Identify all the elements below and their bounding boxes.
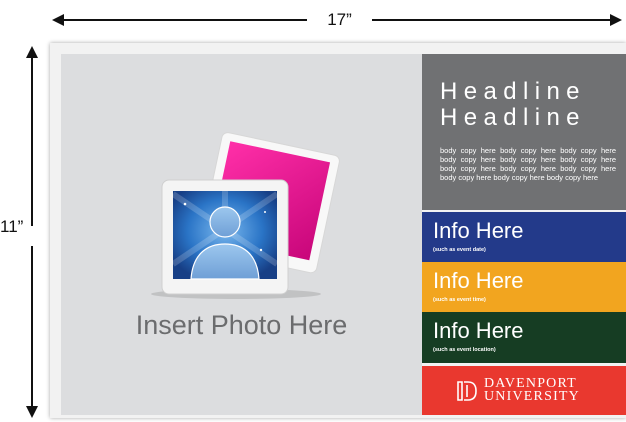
body-copy: body copy here body copy here body copy …	[440, 146, 616, 182]
arrow-down-icon	[26, 406, 38, 418]
photo-placeholder[interactable]: Insert Photo Here	[61, 54, 422, 415]
info-subtitle: (such as event location)	[433, 347, 496, 353]
info-subtitle: (such as event time)	[433, 297, 486, 303]
info-block-time[interactable]: Info Here (such as event time)	[422, 262, 626, 313]
info-subtitle: (such as event date)	[433, 247, 486, 253]
brand-footer: DAVENPORT UNIVERSITY	[422, 366, 626, 415]
info-title: Info Here	[433, 218, 524, 243]
height-label: 11”	[0, 217, 24, 236]
headline-line-1: Headline	[440, 78, 586, 105]
width-dimension: 17”	[52, 10, 622, 30]
info-block-location[interactable]: Info Here (such as event location)	[422, 312, 626, 363]
dimension-line	[31, 246, 33, 408]
headline-text: Headline Headline	[440, 79, 586, 131]
width-label: 17”	[327, 10, 352, 29]
dimension-line	[62, 19, 307, 21]
brand-name-line-2: UNIVERSITY	[484, 389, 580, 404]
info-title: Info Here	[433, 268, 524, 293]
headline-block[interactable]: Headline Headline body copy here body co…	[422, 54, 626, 210]
dimension-line	[372, 19, 612, 21]
photo-caption: Insert Photo Here	[135, 310, 348, 340]
info-block-date[interactable]: Info Here (such as event date)	[422, 212, 626, 263]
info-title: Info Here	[433, 318, 524, 343]
university-logo-icon	[457, 381, 477, 401]
photo-frames-icon	[151, 132, 340, 299]
arrow-right-icon	[610, 14, 622, 26]
headline-line-2: Headline	[440, 104, 586, 131]
dimension-line	[31, 56, 33, 226]
